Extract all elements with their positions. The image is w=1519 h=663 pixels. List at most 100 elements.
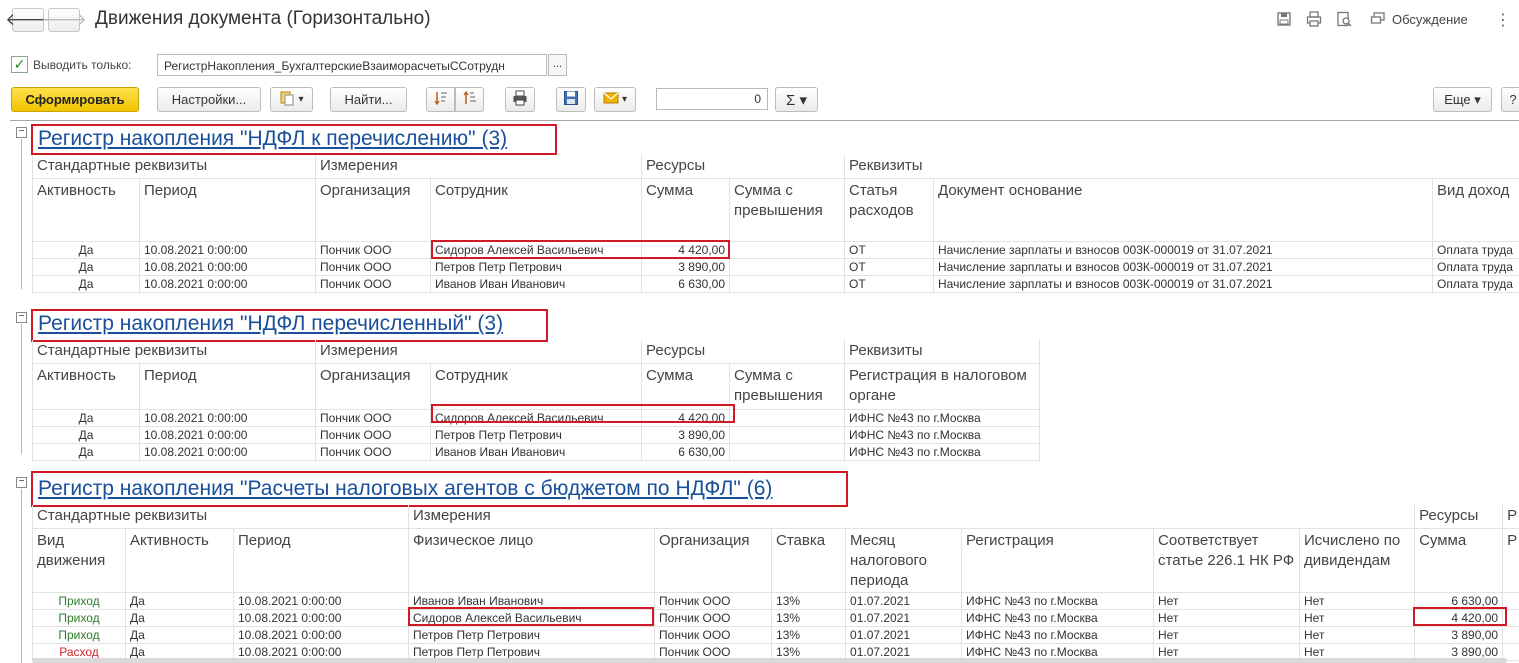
register-select-button[interactable]: ...: [548, 54, 567, 76]
discussion-button[interactable]: Обсуждение: [1392, 12, 1468, 27]
table-cell: 10.08.2021 0:00:00: [139, 426, 316, 444]
find-button[interactable]: Найти...: [330, 87, 407, 112]
more-button[interactable]: Еще ▾: [1433, 87, 1492, 112]
save-button[interactable]: [556, 87, 586, 112]
arrow-right-icon: 🡒: [41, 10, 87, 29]
table-cell: ИФНС №43 по г.Москва: [844, 426, 1040, 444]
group-header: Реквизиты: [844, 340, 1040, 364]
column-header: Документ основание: [933, 178, 1433, 242]
group-header: Стандартные реквизиты: [31, 505, 409, 529]
collapse-icon[interactable]: −: [16, 477, 27, 488]
chevron-down-icon: ▾: [298, 94, 304, 105]
table-cell: Пончик ООО: [315, 258, 431, 276]
table-cell: Петров Петр Петрович: [429, 426, 642, 444]
sum-dropdown-button[interactable]: Σ ▾: [775, 87, 818, 112]
table-cell: Нет: [1299, 626, 1415, 644]
table-row[interactable]: Да 10.08.2021 0:00:00 Пончик ООО Иванов …: [32, 443, 1040, 461]
highlight-box: [408, 607, 654, 626]
table-row[interactable]: Приход Да 10.08.2021 0:00:00 Иванов Иван…: [32, 592, 1519, 610]
preview-icon[interactable]: [1336, 11, 1352, 27]
print-icon[interactable]: [1306, 11, 1322, 27]
forward-button[interactable]: 🡒: [41, 8, 87, 32]
table-cell: ОТ: [844, 275, 934, 293]
highlight-box: [1413, 607, 1507, 626]
column-header: Активность: [32, 363, 140, 410]
table-cell: Нет: [1153, 626, 1300, 644]
table-row[interactable]: Приход Да 10.08.2021 0:00:00 Петров Петр…: [32, 626, 1519, 644]
table-cell: [729, 443, 845, 461]
table-cell: Оплата труда: [1432, 258, 1519, 276]
help-button[interactable]: ?: [1501, 87, 1519, 112]
copy-dropdown-button[interactable]: ▾: [270, 87, 313, 112]
table-cell: Нет: [1153, 592, 1300, 610]
table-cell: Пончик ООО: [315, 426, 431, 444]
table-cell: 6 630,00: [641, 275, 730, 293]
sort-descending-button[interactable]: [455, 87, 484, 112]
output-only-checkbox[interactable]: ✓: [11, 56, 28, 73]
table-row[interactable]: Да 10.08.2021 0:00:00 Пончик ООО Петров …: [32, 426, 1040, 444]
column-header: Исчислено по дивидендам: [1299, 528, 1415, 593]
collapse-icon[interactable]: −: [16, 312, 27, 323]
chat-icon[interactable]: [1370, 11, 1386, 27]
back-button[interactable]: 🡐: [5, 8, 51, 32]
column-header: Регистрация в налоговом органе: [844, 363, 1040, 410]
table-row[interactable]: Да 10.08.2021 0:00:00 Пончик ООО Петров …: [32, 258, 1519, 276]
table-cell: Нет: [1153, 609, 1300, 627]
table-cell: Пончик ООО: [315, 275, 431, 293]
group-header: Измерения: [408, 505, 1415, 529]
table-cell: [729, 275, 845, 293]
table-cell: ИФНС №43 по г.Москва: [961, 609, 1154, 627]
table-cell: 3 890,00: [1414, 626, 1503, 644]
table-cell: Пончик ООО: [315, 409, 431, 427]
table-cell: [729, 241, 845, 259]
column-header: Организация: [315, 178, 431, 242]
table-cell: [729, 409, 845, 427]
settings-button[interactable]: Настройки...: [157, 87, 261, 112]
sort-ascending-button[interactable]: [426, 87, 455, 112]
mail-icon: [603, 91, 619, 108]
column-header: Сумма: [1414, 528, 1503, 593]
table-cell: ИФНС №43 по г.Москва: [844, 409, 1040, 427]
group-header: Стандартные реквизиты: [32, 340, 316, 364]
horizontal-scrollbar[interactable]: [32, 658, 1507, 663]
save-icon[interactable]: [1276, 11, 1292, 27]
table-cell: Пончик ООО: [654, 609, 772, 627]
table-cell: Пончик ООО: [315, 443, 431, 461]
register-filter-field[interactable]: РегистрНакопления_БухгалтерскиеВзаиморас…: [157, 54, 547, 76]
table-cell: Оплата труда: [1432, 241, 1519, 259]
collapse-icon[interactable]: −: [16, 127, 27, 138]
table-cell: 13%: [771, 609, 846, 627]
column-header: Сумма с превышения: [729, 363, 845, 410]
section-bracket: [21, 489, 22, 663]
print-button[interactable]: [505, 87, 535, 112]
table-cell: Оплата труда: [1432, 275, 1519, 293]
register-table-2: Стандартные реквизиты Измерения Ресурсы …: [32, 340, 1041, 461]
table-cell: Нет: [1299, 592, 1415, 610]
table-cell: 10.08.2021 0:00:00: [232, 626, 409, 644]
table-cell: 01.07.2021: [845, 592, 962, 610]
highlight-box: [31, 471, 848, 507]
table-cell: 3 890,00: [641, 426, 730, 444]
more-menu-icon[interactable]: ⋮: [1495, 10, 1511, 30]
table-cell: Пончик ООО: [654, 592, 772, 610]
sum-field[interactable]: 0: [656, 88, 768, 110]
column-header: Соответствует статье 226.1 НК РФ: [1153, 528, 1300, 593]
movement-type: Приход: [32, 592, 126, 610]
table-cell: Иванов Иван Иванович: [429, 443, 642, 461]
table-cell: 10.08.2021 0:00:00: [139, 275, 316, 293]
highlight-box: [31, 309, 548, 342]
table-cell: [729, 426, 845, 444]
movement-type: Приход: [32, 609, 126, 627]
table-cell: Да: [32, 426, 140, 444]
copy-icon: [279, 90, 295, 109]
column-header: Месяц налогового периода: [845, 528, 962, 593]
table-cell: 01.07.2021: [845, 609, 962, 627]
table-row[interactable]: Приход Да 10.08.2021 0:00:00 Сидоров Але…: [32, 609, 1519, 627]
generate-button[interactable]: Сформировать: [11, 87, 139, 112]
table-row[interactable]: Да 10.08.2021 0:00:00 Пончик ООО Сидоров…: [32, 241, 1519, 259]
table-cell: 6 630,00: [641, 443, 730, 461]
send-mail-button[interactable]: ▾: [594, 87, 636, 112]
save-icon: [563, 90, 579, 109]
table-cell: ОТ: [844, 258, 934, 276]
table-row[interactable]: Да 10.08.2021 0:00:00 Пончик ООО Иванов …: [32, 275, 1519, 293]
